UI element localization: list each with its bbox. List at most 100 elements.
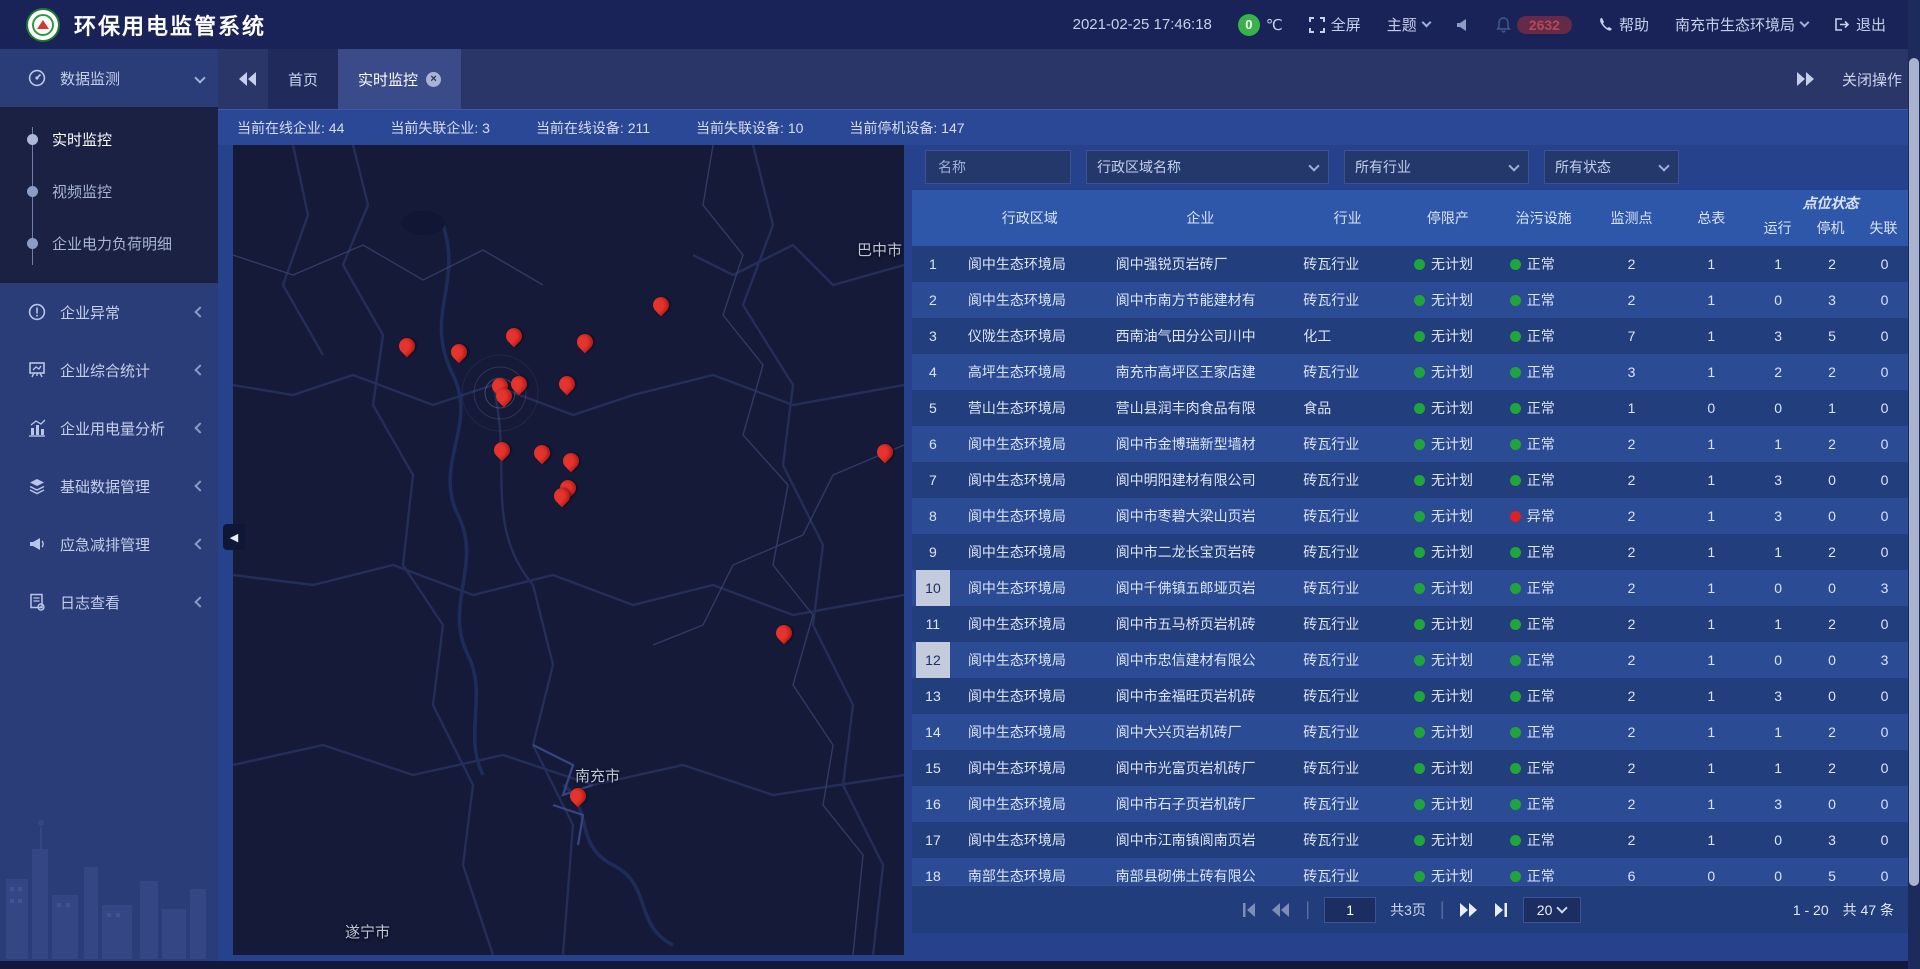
- fullscreen-button[interactable]: 全屏: [1309, 14, 1361, 35]
- sidebar-subitem-label: 企业电力负荷明细: [52, 233, 172, 254]
- map-city-label: 南充市: [575, 765, 620, 786]
- tab-close-icon[interactable]: ×: [426, 72, 441, 87]
- table-row[interactable]: 3仪陇生态环境局西南油气田分公司川中化工无计划正常71350: [912, 318, 1910, 354]
- cell-facility-status: 正常: [1496, 254, 1592, 274]
- cell-halted: 0: [1805, 796, 1859, 812]
- cell-lost: 0: [1859, 436, 1910, 452]
- speaker-icon: [1456, 18, 1470, 32]
- cell-region: 阆中生态环境局: [954, 830, 1106, 850]
- cell-index: 4: [912, 354, 954, 390]
- table-row[interactable]: 6阆中生态环境局阆中市金博瑞新型墙材砖瓦行业无计划正常21120: [912, 426, 1910, 462]
- sidebar-subitem-0-0[interactable]: 实时监控: [0, 113, 218, 165]
- status-filter-select[interactable]: 所有状态: [1544, 150, 1679, 184]
- notifications-button[interactable]: 2632: [1496, 16, 1572, 34]
- cell-lost: 0: [1859, 832, 1910, 848]
- cell-lost: 3: [1859, 580, 1910, 596]
- cell-index: 6: [912, 426, 954, 462]
- prev-page-button[interactable]: [1271, 903, 1291, 917]
- logout-icon: [1834, 17, 1850, 32]
- page-scrollbar[interactable]: [1908, 0, 1920, 969]
- tabs-scroll-right-button[interactable]: [1796, 72, 1816, 86]
- map-panel[interactable]: 巴中市南充市遂宁市: [233, 145, 904, 955]
- industry-filter-select[interactable]: 所有行业: [1344, 150, 1529, 184]
- col-header-6: 总表: [1671, 190, 1751, 246]
- sidebar-subitem-0-1[interactable]: 视频监控: [0, 165, 218, 217]
- region-filter-select[interactable]: 行政区域名称: [1086, 150, 1329, 184]
- table-row[interactable]: 5营山生态环境局营山县润丰肉食品有限食品无计划正常10010: [912, 390, 1910, 426]
- cell-company: 阆中强锐页岩砖厂: [1106, 254, 1296, 274]
- org-dropdown[interactable]: 南充市生态环境局: [1675, 14, 1808, 35]
- cell-halted: 0: [1805, 472, 1859, 488]
- table-row[interactable]: 1阆中生态环境局阆中强锐页岩砖厂砖瓦行业无计划正常21120: [912, 246, 1910, 282]
- cell-total-meter: 1: [1671, 472, 1751, 488]
- cell-running: 1: [1751, 544, 1805, 560]
- map-roads-layer: [233, 145, 904, 955]
- next-page-icon: [1459, 903, 1479, 917]
- theme-dropdown[interactable]: 主题: [1387, 14, 1430, 35]
- cell-stop-plan: 无计划: [1400, 722, 1496, 742]
- mute-button[interactable]: [1456, 18, 1470, 32]
- table-row[interactable]: 13阆中生态环境局阆中市金福旺页岩机砖砖瓦行业无计划正常21300: [912, 678, 1910, 714]
- phone-icon: [1598, 17, 1613, 32]
- sidebar-item-label: 企业用电量分析: [60, 418, 196, 439]
- table-row[interactable]: 12阆中生态环境局阆中市忠信建材有限公砖瓦行业无计划正常21003: [912, 642, 1910, 678]
- chevron-down-icon: [1508, 160, 1519, 171]
- table-body: 1阆中生态环境局阆中强锐页岩砖厂砖瓦行业无计划正常211202阆中生态环境局阆中…: [912, 246, 1910, 885]
- cell-index: 2: [912, 282, 954, 318]
- map-collapse-button[interactable]: ◀: [223, 524, 245, 550]
- status-dot-icon: [1510, 799, 1521, 810]
- table-row[interactable]: 4高坪生态环境局南充市高坪区王家店建砖瓦行业无计划正常31220: [912, 354, 1910, 390]
- cell-running: 1: [1751, 436, 1805, 452]
- sidebar-item-6[interactable]: 日志查看: [0, 573, 218, 631]
- sidebar-item-0[interactable]: 数据监测: [0, 49, 218, 107]
- page-size-select[interactable]: 20: [1523, 897, 1581, 923]
- table-row[interactable]: 11阆中生态环境局阆中市五马桥页岩机砖砖瓦行业无计划正常21120: [912, 606, 1910, 642]
- cell-company: 阆中市五马桥页岩机砖: [1106, 614, 1296, 634]
- logout-button[interactable]: 退出: [1834, 14, 1886, 35]
- cell-halted: 0: [1805, 580, 1859, 596]
- close-operations-button[interactable]: 关闭操作: [1842, 69, 1902, 90]
- page-scrollbar-thumb[interactable]: [1909, 58, 1919, 886]
- status-dot-icon: [1414, 547, 1425, 558]
- table-row[interactable]: 9阆中生态环境局阆中市二龙长宝页岩砖砖瓦行业无计划正常21120: [912, 534, 1910, 570]
- cell-facility-status: 正常: [1496, 650, 1592, 670]
- cell-company: 阆中市忠信建材有限公: [1106, 650, 1296, 670]
- tab-realtime-monitor[interactable]: 实时监控 ×: [338, 49, 461, 109]
- last-page-button[interactable]: [1493, 903, 1509, 917]
- chevron-left-icon: [194, 596, 205, 607]
- tabs-scroll-left-button[interactable]: [238, 72, 258, 86]
- sidebar-item-4[interactable]: 基础数据管理: [0, 457, 218, 515]
- table-row[interactable]: 8阆中生态环境局阆中市枣碧大梁山页岩砖瓦行业无计划异常21300: [912, 498, 1910, 534]
- table-row[interactable]: 18南部生态环境局南部县砌佛土砖有限公砖瓦行业无计划正常60050: [912, 858, 1910, 885]
- chevron-left-icon: [194, 364, 205, 375]
- help-button[interactable]: 帮助: [1598, 14, 1649, 35]
- sidebar-subitem-0-2[interactable]: 企业电力负荷明细: [0, 217, 218, 269]
- table-row[interactable]: 10阆中生态环境局阆中千佛镇五郎垭页岩砖瓦行业无计划正常21003: [912, 570, 1910, 606]
- sidebar-item-5[interactable]: 应急减排管理: [0, 515, 218, 573]
- tab-home[interactable]: 首页: [268, 49, 338, 109]
- status-dot-icon: [1414, 475, 1425, 486]
- table-row[interactable]: 2阆中生态环境局阆中市南方节能建材有砖瓦行业无计划正常21030: [912, 282, 1910, 318]
- chevron-left-icon: [194, 538, 205, 549]
- table-row[interactable]: 7阆中生态环境局阆中明阳建材有限公司砖瓦行业无计划正常21300: [912, 462, 1910, 498]
- cell-halted: 0: [1805, 508, 1859, 524]
- sidebar-item-2[interactable]: 企业综合统计: [0, 341, 218, 399]
- cell-region: 南部生态环境局: [954, 866, 1106, 885]
- first-page-icon: [1241, 903, 1257, 917]
- page-number-input[interactable]: 1: [1324, 897, 1376, 923]
- table-row[interactable]: 16阆中生态环境局阆中市石子页岩机砖厂砖瓦行业无计划正常21300: [912, 786, 1910, 822]
- name-filter-input[interactable]: [936, 158, 1060, 176]
- sidebar-subitem-label: 实时监控: [52, 129, 112, 150]
- cell-region: 阆中生态环境局: [954, 470, 1106, 490]
- next-page-button[interactable]: [1459, 903, 1479, 917]
- table-row[interactable]: 17阆中生态环境局阆中市江南镇阆南页岩砖瓦行业无计划正常21030: [912, 822, 1910, 858]
- table-row[interactable]: 15阆中生态环境局阆中市光富页岩机砖厂砖瓦行业无计划正常21120: [912, 750, 1910, 786]
- sidebar-item-1[interactable]: 企业异常: [0, 283, 218, 341]
- cell-region: 阆中生态环境局: [954, 614, 1106, 634]
- table-row[interactable]: 14阆中生态环境局阆中大兴页岩机砖厂砖瓦行业无计划正常21120: [912, 714, 1910, 750]
- sidebar-item-3[interactable]: 企业用电量分析: [0, 399, 218, 457]
- cell-facility-status: 正常: [1496, 794, 1592, 814]
- name-filter-field[interactable]: [925, 150, 1071, 184]
- sidebar-item-label: 企业异常: [60, 302, 196, 323]
- first-page-button[interactable]: [1241, 903, 1257, 917]
